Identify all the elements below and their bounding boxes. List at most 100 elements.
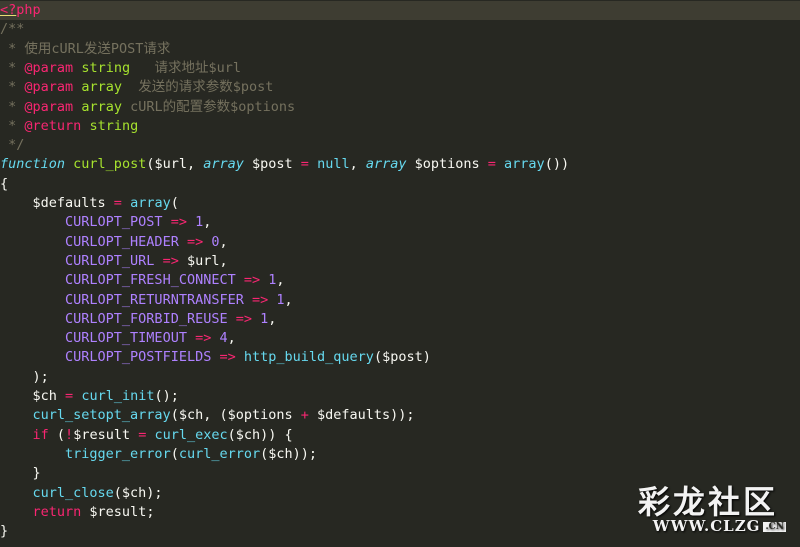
code-token-const: CURLOPT_POST [65,214,163,231]
code-token-builtin: curl_close [32,484,114,501]
code-token-keyword: function [0,156,66,173]
code-line[interactable]: CURLOPT_HEADER => 0, [0,233,228,252]
code-token-comment: 请求地址$url [130,59,241,76]
code-token-const: CURLOPT_HEADER [65,233,179,250]
code-line[interactable]: CURLOPT_TIMEOUT => 4, [0,329,236,348]
code-token-doctag: @param [24,59,74,76]
code-line[interactable]: trigger_error(curl_error($ch)); [0,445,317,464]
code-token-comment: cURL的配置参数$options [121,98,296,115]
code-token-const: CURLOPT_POSTFIELDS [65,349,212,366]
code-token-plain: , [268,310,277,327]
code-line[interactable]: CURLOPT_FORBID_REUSE => 1, [0,310,276,329]
code-token-const: CURLOPT_FRESH_CONNECT [65,272,236,289]
code-token-doctype: string [89,117,139,134]
code-token-doctype: array [81,98,122,115]
code-token-num: 1 [276,291,285,308]
code-line[interactable]: CURLOPT_POSTFIELDS => http_build_query($… [0,348,431,367]
code-line[interactable]: * @param array cURL的配置参数$options [0,98,295,117]
code-token-kw2: return [32,503,82,520]
code-token-builtin: array [130,195,171,211]
code-line[interactable]: CURLOPT_POST => 1, [0,213,211,232]
code-token-plain: $url, [178,252,228,269]
code-token-doctag: @param [24,79,74,96]
code-token-doctag: @param [24,98,74,115]
code-token-builtin: null [317,156,350,173]
code-token-keyword: array [203,156,244,173]
code-token-comment: * [0,59,25,76]
code-line[interactable]: return $result; [0,503,155,522]
code-token-plain: ($url, [146,156,204,173]
code-line[interactable]: ); [0,368,49,387]
code-token-plain: $defaults [0,195,114,211]
code-token-plain: , [284,291,293,308]
code-line[interactable]: function curl_post($url, array $post = n… [0,155,569,174]
code-token-plain: $result [73,426,139,443]
code-line[interactable]: * @return string [0,117,138,136]
code-token-plain: $defaults)); [308,407,415,424]
code-token-plain: ($post) [373,349,431,366]
code-line[interactable]: <?php [0,1,800,21]
code-line[interactable]: if (!$result = curl_exec($ch)) { [0,426,293,445]
code-token-comment: 发送的请求参数$post [121,79,274,96]
code-line[interactable]: CURLOPT_URL => $url, [0,252,228,271]
code-line[interactable]: curl_close($ch); [0,484,163,503]
code-line[interactable]: } [0,522,8,541]
code-line[interactable]: curl_setopt_array($ch, ($options + $defa… [0,406,415,425]
code-token-plain: $ch [0,388,66,404]
code-line[interactable]: * 使用cURL发送POST请求 [0,40,170,59]
code-token-op: ! [65,426,74,443]
code-line[interactable]: * @param string 请求地址$url [0,59,241,78]
code-token-plain: , [219,233,228,250]
code-line[interactable]: { [0,175,8,194]
code-token-plain: $result; [81,503,155,520]
code-token-plain: ()) [544,156,570,173]
code-token-builtin: curl_error [178,445,261,462]
code-token-comment: * 使用cURL发送POST请求 [0,40,171,57]
code-token-const: CURLOPT_URL [65,252,155,269]
code-token-doctag: @return [24,117,82,134]
code-token-op: = [113,195,122,211]
code-line[interactable]: $defaults = array( [0,194,179,213]
code-token-const: CURLOPT_TIMEOUT [65,330,187,347]
code-editor[interactable]: <?php/** * 使用cURL发送POST请求 * @param strin… [0,0,800,547]
code-token-op: => [235,310,252,327]
code-line[interactable]: CURLOPT_FRESH_CONNECT => 1, [0,271,285,290]
code-line[interactable]: CURLOPT_RETURNTRANSFER => 1, [0,291,293,310]
watermark-url-text: WWW.CLZG [652,517,761,535]
code-token-num: 0 [211,233,220,250]
code-line[interactable]: */ [0,136,24,155]
code-token-plain: ($ch)) { [227,426,293,443]
code-token-builtin: curl_exec [154,426,228,443]
code-line[interactable]: * @param array 发送的请求参数$post [0,78,273,97]
code-token-plain: } [0,523,9,540]
code-line[interactable]: /** [0,20,24,39]
code-token-plain: ( [48,426,66,443]
code-token-plain: $options [406,156,488,173]
code-token-comment: * [0,117,25,134]
code-line[interactable]: $ch = curl_init(); [0,387,179,406]
code-token-plain: , [276,272,285,289]
code-line[interactable]: } [0,464,41,483]
